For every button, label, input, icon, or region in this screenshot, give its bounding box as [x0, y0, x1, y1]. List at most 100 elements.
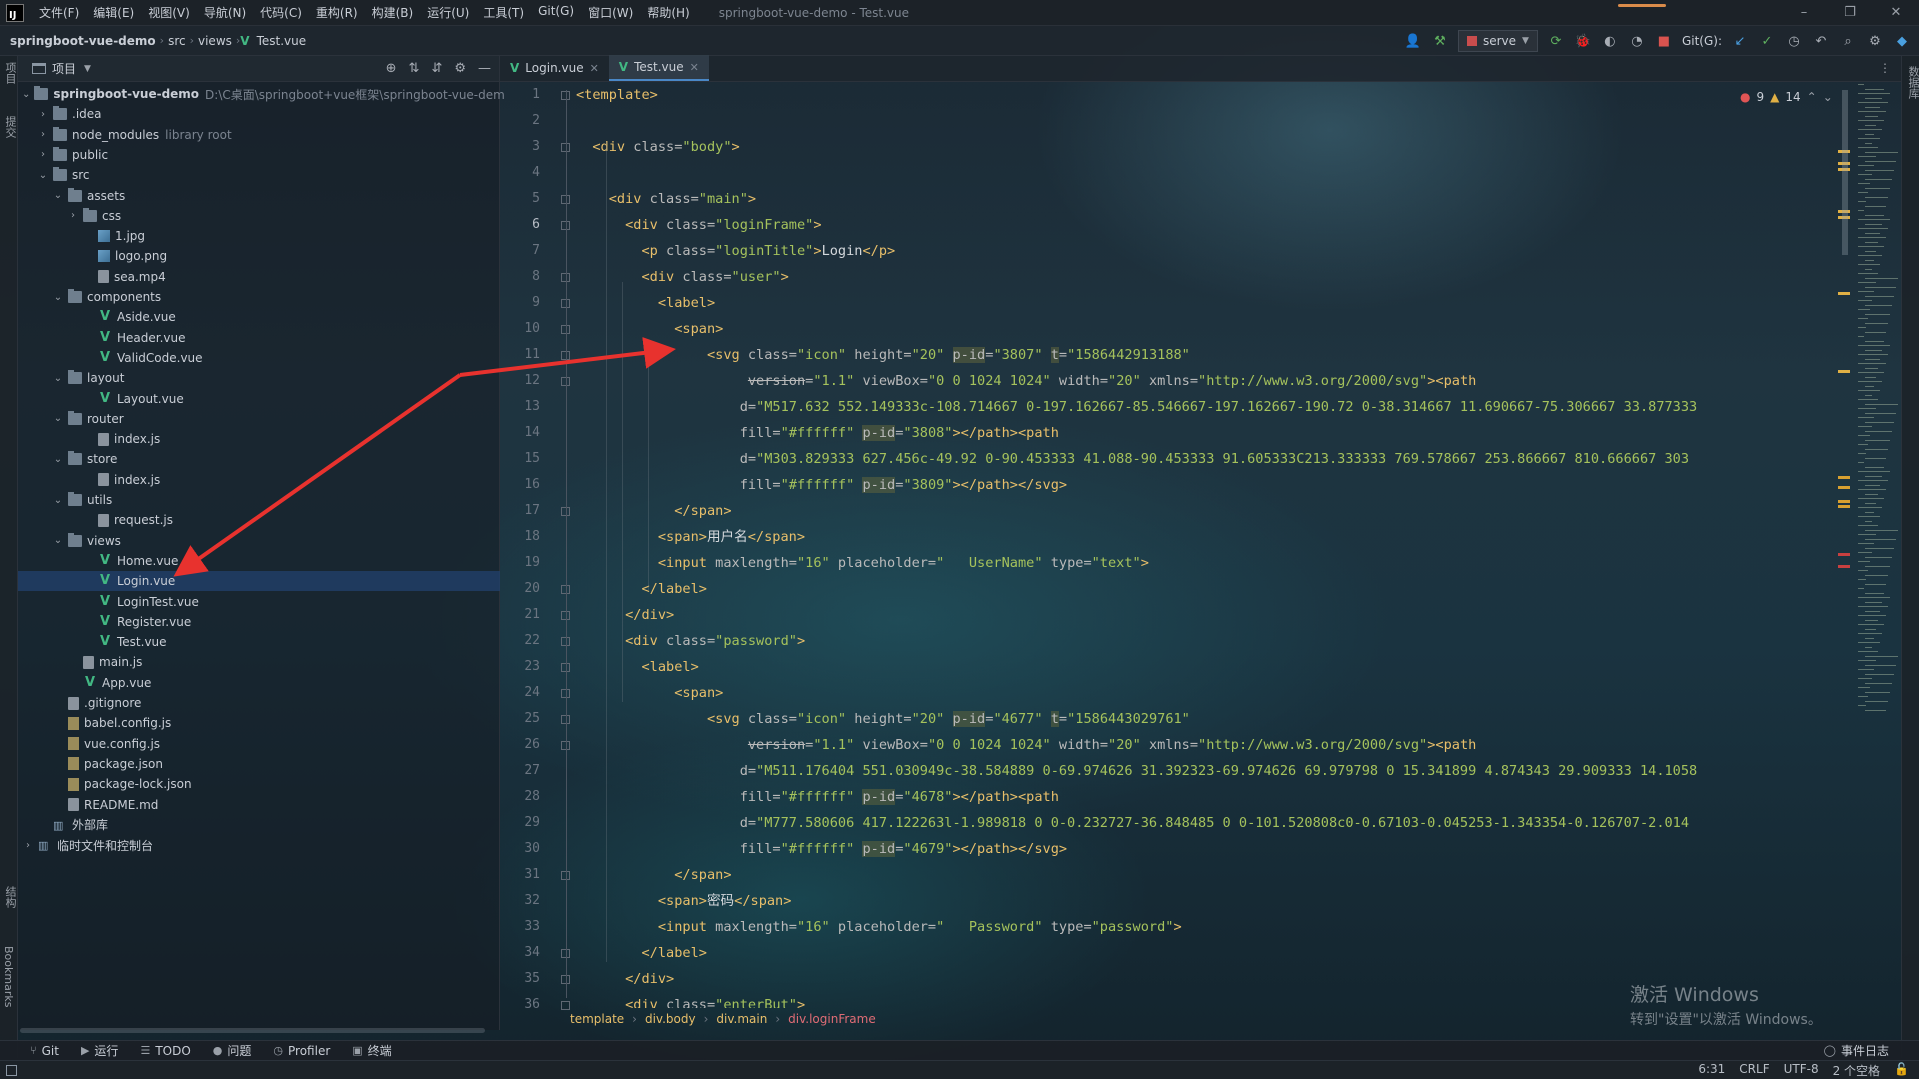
code-line[interactable]: <span>: [576, 680, 723, 706]
debug-icon[interactable]: 🐞: [1574, 32, 1592, 50]
scrollbar-marker[interactable]: [1838, 505, 1850, 508]
bookmarks-tool-tab[interactable]: Bookmarks: [2, 946, 15, 1007]
line-number[interactable]: 18: [500, 529, 540, 544]
chevron-right-icon[interactable]: ›: [67, 210, 79, 221]
tree-item[interactable]: ⌄ assets: [18, 186, 500, 206]
code-line[interactable]: fill="#ffffff" p-id="3809"></path></svg>: [576, 472, 1067, 498]
scrollbar-marker[interactable]: [1838, 553, 1850, 556]
code-line[interactable]: <div class="enterBut">: [576, 992, 805, 1008]
previous-highlight-icon[interactable]: ⌃: [1807, 90, 1817, 104]
line-number[interactable]: 4: [500, 165, 540, 180]
line-number[interactable]: 28: [500, 789, 540, 804]
rerun-icon[interactable]: ⟳: [1547, 32, 1565, 50]
commit-tool-tab[interactable]: 提交: [2, 116, 18, 138]
tree-item[interactable]: › public: [18, 145, 500, 165]
code-line[interactable]: </div>: [576, 602, 674, 628]
menu-item[interactable]: 窗口(W): [581, 4, 640, 21]
tree-item[interactable]: › .idea: [18, 104, 500, 124]
code-line[interactable]: <template>: [576, 82, 658, 108]
git-update-icon[interactable]: ↙: [1731, 32, 1749, 50]
line-number[interactable]: 35: [500, 971, 540, 986]
chevron-down-icon[interactable]: ▼: [84, 64, 91, 74]
gear-icon[interactable]: ⚙: [454, 61, 466, 76]
line-number[interactable]: 19: [500, 555, 540, 570]
code-line[interactable]: d="M517.632 552.149333c-108.714667 0-197…: [576, 394, 1698, 420]
tree-item[interactable]: V Header.vue: [18, 328, 500, 348]
tree-item[interactable]: sea.mp4: [18, 267, 500, 287]
line-number[interactable]: 22: [500, 633, 540, 648]
code-editor[interactable]: <template> <div class="body"> <div class…: [576, 82, 1848, 1008]
line-number[interactable]: 30: [500, 841, 540, 856]
tree-item[interactable]: ⌄ springboot-vue-demo D:\C桌面\springboot+vu…: [18, 84, 505, 104]
tree-item[interactable]: V App.vue: [18, 673, 500, 693]
code-line[interactable]: <label>: [576, 654, 698, 680]
chevron-down-icon[interactable]: ⌄: [22, 89, 30, 100]
coverage-icon[interactable]: ◐: [1601, 32, 1619, 50]
line-number[interactable]: 33: [500, 919, 540, 934]
menu-item[interactable]: 文件(F): [32, 4, 86, 21]
line-number[interactable]: 24: [500, 685, 540, 700]
menu-item[interactable]: Git(G): [531, 4, 581, 21]
code-line[interactable]: <svg class="icon" height="20" p-id = "4677…: [576, 706, 1190, 732]
tree-item[interactable]: ⌄ components: [18, 287, 500, 307]
line-number[interactable]: 36: [500, 997, 540, 1012]
tree-item[interactable]: README.md: [18, 795, 500, 815]
horizontal-scrollbar[interactable]: [20, 1028, 485, 1033]
tree-item[interactable]: V LoginTest.vue: [18, 592, 500, 612]
git-commit-icon[interactable]: ✓: [1758, 32, 1776, 50]
close-tab-icon[interactable]: ✕: [690, 61, 699, 74]
tree-item[interactable]: ⌄ src: [18, 165, 500, 185]
code-line[interactable]: d="M777.580606 417.122263l-1.989818 0 0-…: [576, 810, 1689, 836]
project-panel-title[interactable]: 项目: [52, 60, 76, 77]
tool-window-button[interactable]: ⑂ Git: [30, 1044, 59, 1058]
line-number[interactable]: 11: [500, 347, 540, 362]
background-task-progress[interactable]: [1618, 4, 1666, 7]
menu-item[interactable]: 构建(B): [365, 4, 421, 21]
code-line[interactable]: <div class="body">: [576, 134, 739, 160]
tree-item[interactable]: ▥ 外部库: [18, 815, 500, 835]
line-number[interactable]: 10: [500, 321, 540, 336]
tree-item[interactable]: › ▥ 临时文件和控制台: [18, 835, 500, 855]
scrollbar-marker[interactable]: [1838, 565, 1850, 568]
tree-item[interactable]: package-lock.json: [18, 774, 500, 794]
caret-position[interactable]: 6:31: [1698, 1062, 1725, 1079]
line-number[interactable]: 26: [500, 737, 540, 752]
tree-item[interactable]: V Layout.vue: [18, 389, 500, 409]
code-line[interactable]: <p class="loginTitle">Login</p>: [576, 238, 895, 264]
hide-panel-icon[interactable]: —: [478, 61, 491, 76]
search-icon[interactable]: ⌕: [1839, 32, 1857, 50]
line-number[interactable]: 9: [500, 295, 540, 310]
menu-item[interactable]: 帮助(H): [640, 4, 696, 21]
code-line[interactable]: <div class="main">: [576, 186, 756, 212]
tree-item[interactable]: › css: [18, 206, 500, 226]
breadcrumb-project[interactable]: springboot-vue-demo: [0, 34, 160, 48]
line-number[interactable]: 16: [500, 477, 540, 492]
stop-icon[interactable]: ■: [1655, 32, 1673, 50]
tool-window-button[interactable]: ▣ 终端: [352, 1042, 391, 1059]
tree-item[interactable]: main.js: [18, 652, 500, 672]
tree-item[interactable]: V Home.vue: [18, 551, 500, 571]
tree-item[interactable]: ⌄ layout: [18, 368, 500, 388]
scrollbar-marker[interactable]: [1838, 370, 1850, 373]
menu-item[interactable]: 视图(V): [141, 4, 197, 21]
tree-item[interactable]: request.js: [18, 510, 500, 530]
line-number[interactable]: 3: [500, 139, 540, 154]
maximize-button[interactable]: ❐: [1827, 5, 1873, 20]
tree-item[interactable]: V Register.vue: [18, 612, 500, 632]
breadcrumb-file[interactable]: Test.vue: [253, 34, 311, 48]
toggle-tool-windows-icon[interactable]: [6, 1064, 17, 1076]
line-number[interactable]: 12: [500, 373, 540, 388]
line-number[interactable]: 7: [500, 243, 540, 258]
event-log-button[interactable]: ◯ 事件日志: [1824, 1042, 1889, 1059]
line-number[interactable]: 29: [500, 815, 540, 830]
menu-item[interactable]: 编辑(E): [86, 4, 141, 21]
scrollbar-marker[interactable]: [1838, 292, 1850, 295]
build-hammer-icon[interactable]: ⚒: [1431, 32, 1449, 50]
chevron-right-icon[interactable]: ›: [37, 129, 49, 140]
database-tool-tab[interactable]: 数据库: [1905, 66, 1919, 99]
lock-icon[interactable]: 🔓: [1894, 1062, 1909, 1079]
expand-all-icon[interactable]: ⇅: [409, 61, 420, 76]
tree-item[interactable]: ⌄ store: [18, 449, 500, 469]
line-number[interactable]: 25: [500, 711, 540, 726]
line-number[interactable]: 5: [500, 191, 540, 206]
